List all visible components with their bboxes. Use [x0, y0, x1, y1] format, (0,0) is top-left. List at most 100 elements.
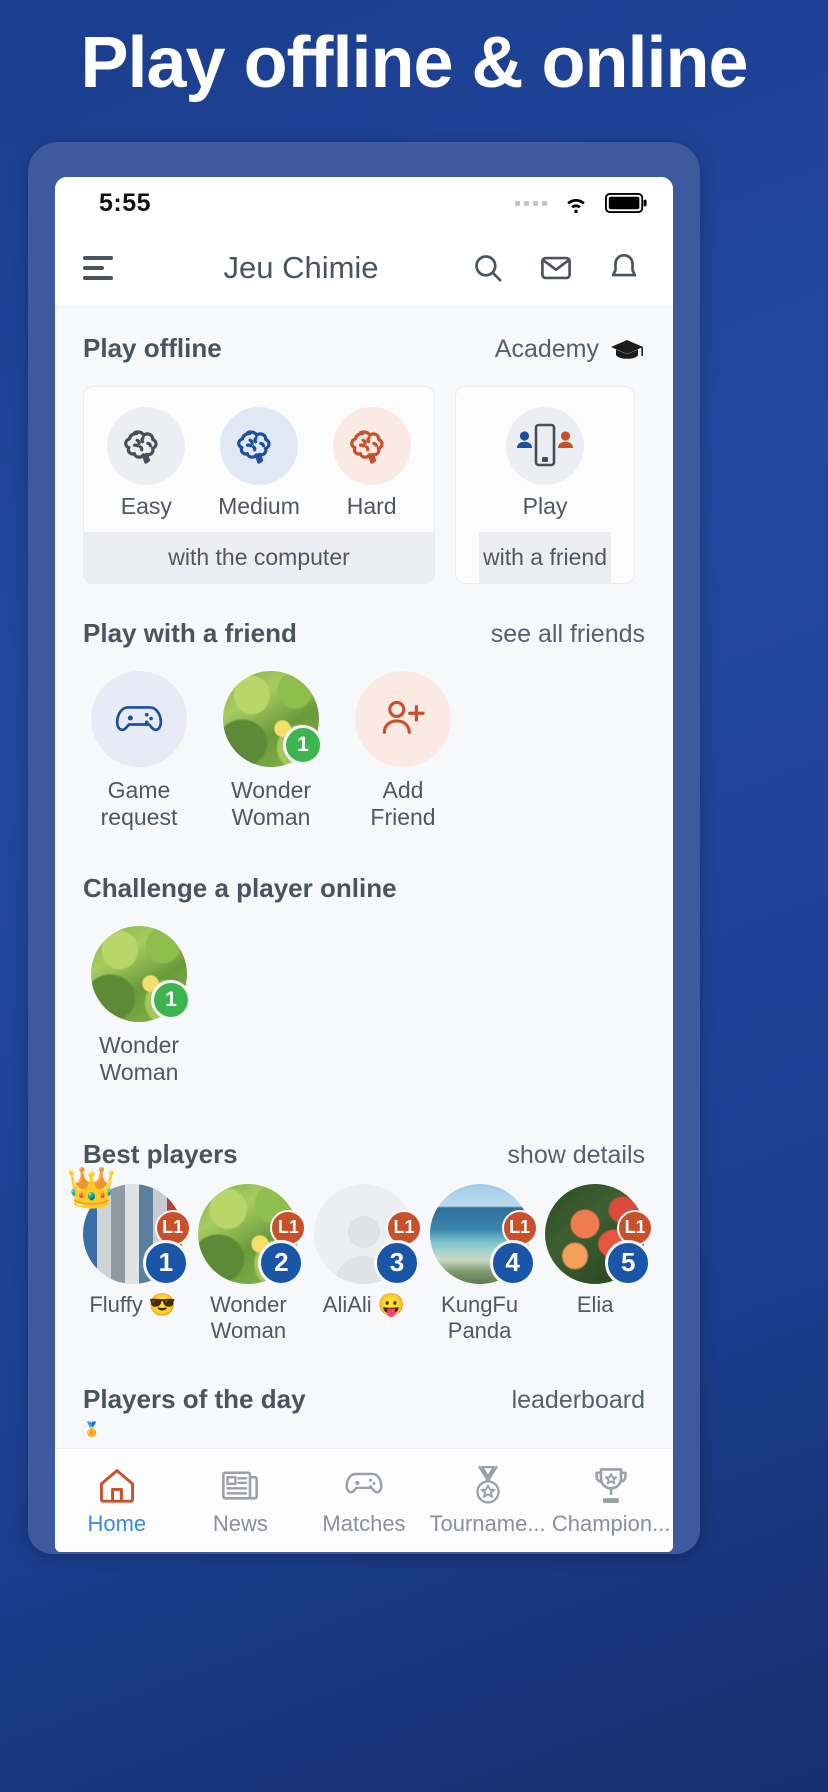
nav-item-tournaments[interactable]: Tourname... [426, 1465, 550, 1537]
two-players-phone-icon [506, 407, 584, 485]
players-of-the-day-header: Players of the day leaderboard [55, 1384, 673, 1415]
academy-link[interactable]: Academy [495, 335, 645, 364]
challenge-online-header: Challenge a player online [55, 873, 673, 904]
friend-label: Wonder Woman [231, 777, 311, 831]
news-icon [222, 1470, 259, 1500]
best-player-5[interactable]: L1 5 Elia [541, 1183, 654, 1345]
difficulty-hard[interactable]: Hard [322, 407, 422, 520]
best-player-label: Elia [577, 1292, 614, 1318]
nav-item-championships-label: Champion... [551, 1510, 671, 1536]
gamepad-icon [91, 671, 187, 767]
play-with-friend-title: Play with a friend [83, 618, 297, 648]
friend-label-line1: Game [107, 777, 171, 803]
scroll-content[interactable]: Play offline Academy Easy Medium Hard wi… [55, 307, 673, 1448]
online-player-label: Wonder Woman [99, 1032, 179, 1086]
play-offline-cards: Easy Medium Hard with the computer Play … [55, 386, 673, 584]
add-person-icon [355, 671, 451, 767]
play-with-computer-card[interactable]: Easy Medium Hard with the computer [83, 386, 435, 584]
hamburger-menu-icon[interactable] [77, 255, 121, 280]
online-player-wonder-woman[interactable]: 1 Wonder Woman [83, 926, 195, 1086]
status-bar-indicators [515, 191, 647, 215]
trophy-icon [595, 1467, 627, 1503]
show-details-link[interactable]: show details [507, 1141, 645, 1170]
signal-dots-icon [515, 200, 547, 206]
bell-icon[interactable] [607, 251, 641, 285]
rank-badge: 3 [373, 1239, 420, 1286]
search-icon[interactable] [471, 251, 505, 285]
play-with-friend-footer: with a friend [478, 532, 611, 583]
difficulty-medium-label: Medium [218, 493, 300, 519]
status-bar-clock: 5:55 [99, 188, 152, 217]
graduation-cap-icon [611, 339, 643, 359]
leaderboard-link[interactable]: leaderboard [512, 1386, 645, 1415]
best-player-name: AliAli [322, 1291, 372, 1317]
rank-badge: 1 [142, 1239, 189, 1286]
play-offline-title: Play offline [83, 333, 222, 363]
brain-icon [332, 407, 411, 485]
online-player-label-line2: Woman [99, 1059, 179, 1086]
players-of-the-day-title: Players of the day [83, 1384, 306, 1415]
play-offline-header: Play offline Academy [55, 333, 673, 364]
best-player-label: Fluffy 😎 [89, 1292, 176, 1318]
phone-frame: 5:55 Jeu Chimie Play offline Academy Eas… [28, 142, 700, 1554]
challenge-online-title: Challenge a player online [83, 873, 397, 904]
best-player-emoji: 😛 [377, 1291, 406, 1317]
nav-item-news[interactable]: News [179, 1465, 303, 1537]
nav-item-home-label: Home [87, 1510, 147, 1536]
nav-item-home[interactable]: Home [55, 1465, 179, 1537]
app-bar: Jeu Chimie [55, 229, 673, 307]
best-player-name-line1: KungFu [441, 1291, 519, 1317]
difficulty-hard-label: Hard [346, 493, 397, 519]
play-with-friend-card[interactable]: Play with a friend [455, 386, 635, 584]
friend-label-line2: Woman [231, 804, 311, 831]
academy-label: Academy [494, 335, 599, 363]
rank-badge: 2 [258, 1239, 305, 1286]
battery-icon [605, 192, 647, 214]
nav-item-tournaments-label: Tourname... [429, 1510, 546, 1536]
best-players-list: 👑 L1 1 Fluffy 😎 L1 2 Wonder Woman L1 3 A… [55, 1168, 673, 1345]
best-player-emoji: 😎 [148, 1291, 177, 1317]
friend-label: Game request [101, 777, 178, 831]
page-title: Jeu Chimie [223, 249, 379, 285]
friend-label-line1: Add [382, 777, 424, 803]
nav-item-matches-label: Matches [322, 1510, 406, 1536]
status-bar: 5:55 [55, 177, 673, 229]
nav-item-matches[interactable]: Matches [302, 1465, 426, 1537]
best-player-label: Wonder Woman [210, 1292, 287, 1345]
difficulty-medium[interactable]: Medium [209, 407, 309, 520]
play-with-computer-footer: with the computer [84, 532, 434, 583]
crown-icon: 👑 [66, 1165, 117, 1210]
friend-game-request[interactable]: Game request [83, 671, 195, 831]
medal-icon [475, 1465, 500, 1504]
mail-icon[interactable] [539, 251, 573, 285]
best-player-label: AliAli 😛 [323, 1292, 405, 1318]
status-badge: 1 [283, 725, 323, 765]
best-player-3[interactable]: L1 3 AliAli 😛 [310, 1183, 422, 1345]
nav-item-news-label: News [212, 1510, 268, 1536]
best-player-label: KungFu Panda [441, 1292, 518, 1345]
difficulty-modes: Easy Medium Hard [84, 387, 434, 532]
friend-add-friend[interactable]: Add Friend [347, 671, 459, 831]
play-with-friend-label: Play [522, 493, 568, 519]
best-player-4[interactable]: L1 4 KungFu Panda [426, 1183, 538, 1345]
online-player-label-line1: Wonder [98, 1032, 180, 1059]
friend-wonder-woman[interactable]: 1 Wonder Woman [215, 671, 327, 831]
rank-badge: 5 [605, 1239, 652, 1286]
rank-badge: 4 [489, 1239, 536, 1286]
brain-icon [219, 407, 298, 485]
challenge-online-list: 1 Wonder Woman [55, 926, 673, 1086]
nav-item-championships[interactable]: Champion... [549, 1465, 673, 1537]
best-players-header: Best players show details [55, 1139, 673, 1170]
best-player-2[interactable]: L1 2 Wonder Woman [195, 1183, 307, 1345]
see-all-friends-link[interactable]: see all friends [491, 620, 645, 649]
best-player-1[interactable]: 👑 L1 1 Fluffy 😎 [67, 1168, 191, 1345]
play-with-friend-header: Play with a friend see all friends [55, 618, 673, 649]
promo-banner: Play offline & online [0, 0, 828, 105]
bottom-navigation: Home News Matches Tourname... Champion..… [55, 1448, 673, 1552]
play-with-friend-mode[interactable]: Play [495, 407, 595, 520]
brain-icon [107, 407, 186, 485]
friends-list: Game request 1 Wonder Woman Add Friend [55, 671, 673, 831]
friend-label-line2: request [100, 804, 178, 831]
difficulty-easy[interactable]: Easy [96, 407, 196, 520]
play-with-friend-body: Play [489, 387, 601, 532]
